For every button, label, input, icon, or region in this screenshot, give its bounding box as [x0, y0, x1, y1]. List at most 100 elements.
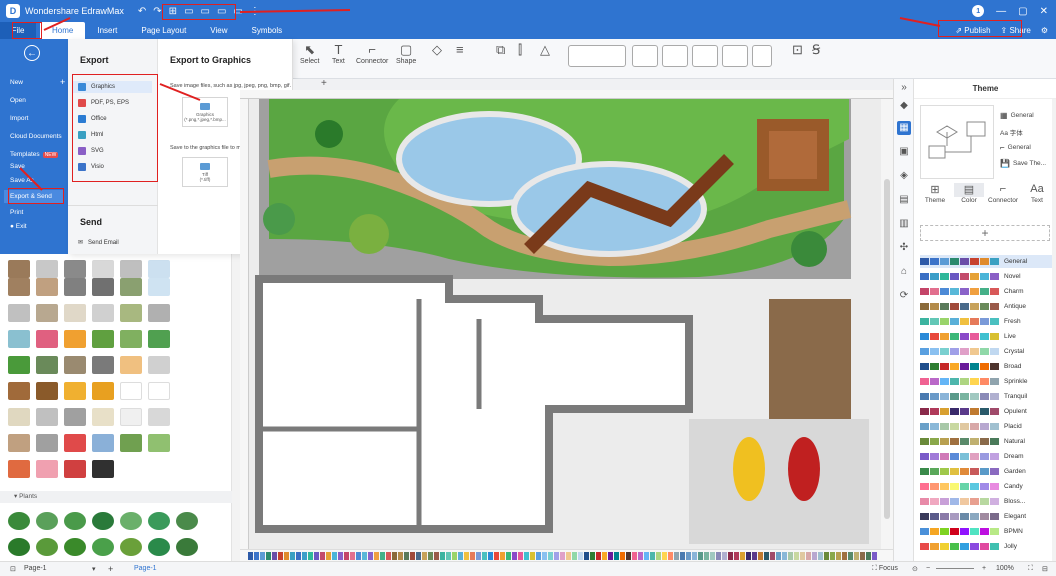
- library-symbol[interactable]: [92, 460, 114, 478]
- palette-swatch[interactable]: [812, 551, 817, 560]
- color-theme-row[interactable]: Jolly: [920, 540, 1052, 553]
- plant-symbol[interactable]: [8, 538, 30, 556]
- library-symbol[interactable]: [64, 382, 86, 400]
- palette-swatch[interactable]: [602, 551, 607, 560]
- library-symbol[interactable]: [64, 278, 86, 296]
- plant-symbol[interactable]: [148, 538, 170, 556]
- library-symbol[interactable]: [64, 460, 86, 478]
- palette-swatch[interactable]: [296, 551, 301, 560]
- send-email[interactable]: ✉ Send Email: [78, 239, 119, 247]
- palette-swatch[interactable]: [842, 551, 847, 560]
- palette-swatch[interactable]: [830, 551, 835, 560]
- color-theme-row[interactable]: Antique: [920, 300, 1052, 313]
- palette-swatch[interactable]: [734, 551, 739, 560]
- palette-swatch[interactable]: [848, 551, 853, 560]
- palette-swatch[interactable]: [500, 551, 505, 560]
- palette-swatch[interactable]: [344, 551, 349, 560]
- library-symbol[interactable]: [36, 356, 58, 374]
- library-symbol[interactable]: [120, 260, 142, 278]
- color-theme-row[interactable]: BPMN: [920, 525, 1052, 538]
- fit-page-icon[interactable]: ⛶: [1028, 565, 1033, 573]
- page-view-icon[interactable]: ⊡: [10, 565, 16, 573]
- palette-swatch[interactable]: [674, 551, 679, 560]
- color-theme-row[interactable]: General: [920, 255, 1052, 268]
- palette-swatch[interactable]: [338, 551, 343, 560]
- library-symbol[interactable]: [36, 460, 58, 478]
- palette-swatch[interactable]: [872, 551, 877, 560]
- library-scrollbar[interactable]: [232, 254, 240, 561]
- plant-symbol[interactable]: [64, 538, 86, 556]
- focus-button[interactable]: ⛶ Focus: [872, 565, 898, 573]
- library-symbol[interactable]: [36, 382, 58, 400]
- library-symbol[interactable]: [92, 304, 114, 322]
- color-theme-row[interactable]: Broad: [920, 360, 1052, 373]
- library-symbol[interactable]: [8, 408, 30, 426]
- palette-swatch[interactable]: [698, 551, 703, 560]
- palette-swatch[interactable]: [470, 551, 475, 560]
- palette-swatch[interactable]: [464, 551, 469, 560]
- palette-swatch[interactable]: [290, 551, 295, 560]
- palette-swatch[interactable]: [860, 551, 865, 560]
- library-symbol[interactable]: [8, 460, 30, 478]
- plant-symbol[interactable]: [36, 538, 58, 556]
- palette-swatch[interactable]: [536, 551, 541, 560]
- library-symbol[interactable]: [36, 434, 58, 452]
- color-theme-row[interactable]: Bloss...: [920, 495, 1052, 508]
- palette-swatch[interactable]: [572, 551, 577, 560]
- palette-swatch[interactable]: [800, 551, 805, 560]
- library-symbol[interactable]: [36, 278, 58, 296]
- plant-symbol[interactable]: [36, 512, 58, 530]
- palette-swatch[interactable]: [626, 551, 631, 560]
- library-symbol[interactable]: [8, 278, 30, 296]
- plant-symbol[interactable]: [64, 512, 86, 530]
- palette-swatch[interactable]: [278, 551, 283, 560]
- palette-swatch[interactable]: [416, 551, 421, 560]
- palette-swatch[interactable]: [740, 551, 745, 560]
- palette-swatch[interactable]: [308, 551, 313, 560]
- palette-swatch[interactable]: [866, 551, 871, 560]
- palette-swatch[interactable]: [824, 551, 829, 560]
- palette-swatch[interactable]: [422, 551, 427, 560]
- library-symbol[interactable]: [120, 330, 142, 348]
- library-symbol[interactable]: [36, 260, 58, 278]
- palette-swatch[interactable]: [776, 551, 781, 560]
- color-theme-row[interactable]: Placid: [920, 420, 1052, 433]
- palette-swatch[interactable]: [452, 551, 457, 560]
- library-symbol[interactable]: [64, 356, 86, 374]
- library-symbol[interactable]: [36, 304, 58, 322]
- palette-swatch[interactable]: [584, 551, 589, 560]
- palette-swatch[interactable]: [386, 551, 391, 560]
- add-color-theme-button[interactable]: +: [920, 225, 1050, 241]
- library-symbol[interactable]: [64, 304, 86, 322]
- library-symbol[interactable]: [120, 278, 142, 296]
- palette-swatch[interactable]: [704, 551, 709, 560]
- palette-swatch[interactable]: [692, 551, 697, 560]
- palette-swatch[interactable]: [710, 551, 715, 560]
- library-symbol[interactable]: [8, 304, 30, 322]
- palette-swatch[interactable]: [356, 551, 361, 560]
- palette-swatch[interactable]: [332, 551, 337, 560]
- color-theme-row[interactable]: Live: [920, 330, 1052, 343]
- library-symbol[interactable]: [64, 408, 86, 426]
- palette-swatch[interactable]: [374, 551, 379, 560]
- palette-swatch[interactable]: [620, 551, 625, 560]
- palette-swatch[interactable]: [434, 551, 439, 560]
- palette-swatch[interactable]: [596, 551, 601, 560]
- palette-swatch[interactable]: [314, 551, 319, 560]
- library-symbol[interactable]: [120, 304, 142, 322]
- palette-swatch[interactable]: [272, 551, 277, 560]
- palette-swatch[interactable]: [644, 551, 649, 560]
- color-theme-row[interactable]: Elegant: [920, 510, 1052, 523]
- color-theme-row[interactable]: Opulent: [920, 405, 1052, 418]
- library-symbol[interactable]: [148, 434, 170, 452]
- library-symbol[interactable]: [92, 356, 114, 374]
- plants-category-header[interactable]: ▾ Plants: [0, 491, 232, 503]
- palette-swatch[interactable]: [476, 551, 481, 560]
- full-screen-icon[interactable]: ⊟: [1042, 565, 1048, 573]
- library-symbol[interactable]: [92, 330, 114, 348]
- palette-swatch[interactable]: [632, 551, 637, 560]
- library-symbol[interactable]: [120, 434, 142, 452]
- library-symbol[interactable]: [120, 356, 142, 374]
- palette-swatch[interactable]: [548, 551, 553, 560]
- color-theme-row[interactable]: Charm: [920, 285, 1052, 298]
